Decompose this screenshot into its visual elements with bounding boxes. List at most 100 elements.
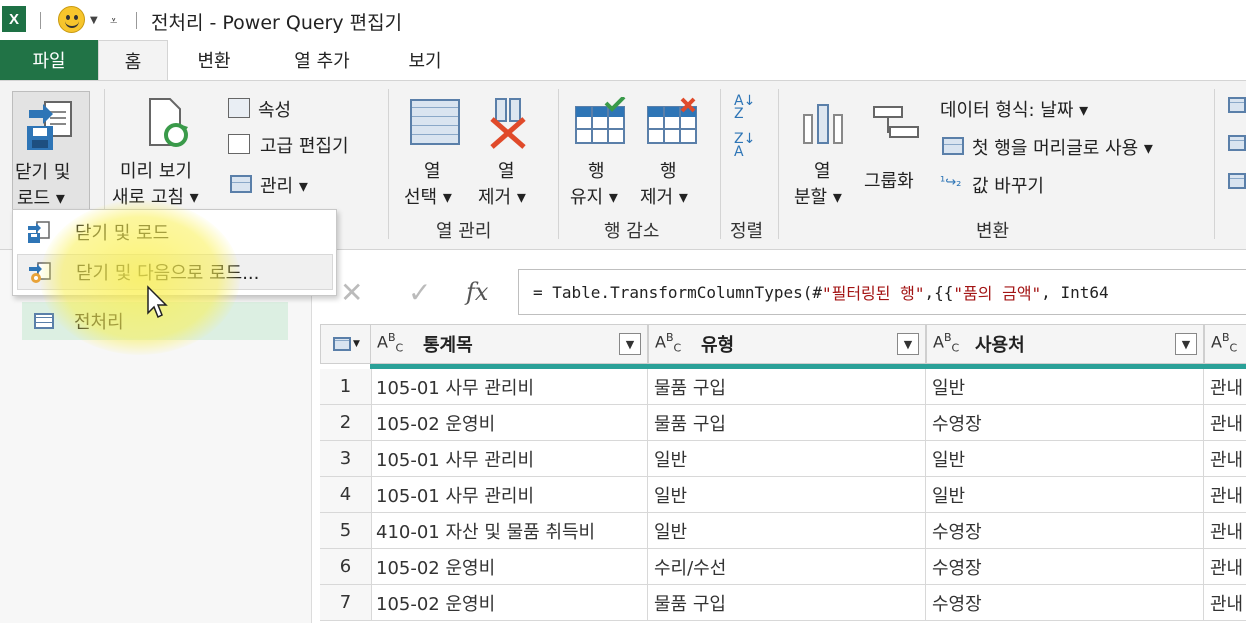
table-row[interactable]: 1 105-01 사무 관리비 물품 구입 일반 관내 [320,369,1246,405]
table-cell[interactable]: 일반 [926,369,1204,405]
table-cell[interactable]: 관내 [1204,549,1246,585]
table-cell[interactable]: 관내 [1204,477,1246,513]
tab-home[interactable]: 홈 [98,40,168,80]
row-number: 5 [320,513,372,549]
formula-input[interactable]: = Table.TransformColumnTypes(# "필터링된 행" ,{… [518,269,1246,315]
row-number: 7 [320,585,372,621]
table-cell[interactable]: 수영장 [926,513,1204,549]
column-header[interactable]: ABC 유형 ▼ [648,324,926,364]
split-column-dropdown-label: 분할 ▾ [794,187,842,208]
table-row[interactable]: 4 105-01 사무 관리비 일반 일반 관내 [320,477,1246,513]
table-cell[interactable]: 105-02 운영비 [370,585,648,621]
choose-columns-dropdown-label: 선택 ▾ [404,187,452,208]
table-cell[interactable]: 물품 구입 [648,405,926,441]
close-and-load-button[interactable]: 닫기 및 로드 ▾ [12,91,90,211]
table-cell[interactable]: 410-01 자산 및 물품 취득비 [370,513,648,549]
table-cell[interactable]: 물품 구입 [648,585,926,621]
text-type-icon: ABC [655,331,682,355]
table-cell[interactable]: 105-02 운영비 [370,405,648,441]
table-row[interactable]: 7 105-02 운영비 물품 구입 수영장 관내 [320,585,1246,621]
table-cell[interactable]: 관내 [1204,405,1246,441]
table-cell[interactable]: 105-02 운영비 [370,549,648,585]
table-cell[interactable]: 수리/수선 [648,549,926,585]
properties-button[interactable]: 속성 [228,95,328,123]
close-and-load-icon [28,221,50,243]
table-cell[interactable]: 수영장 [926,585,1204,621]
menu-item-close-and-load[interactable]: 닫기 및 로드 [17,214,333,250]
table-cell[interactable]: 105-01 사무 관리비 [370,369,648,405]
table-cell[interactable]: 관내 [1204,369,1246,405]
merge-icon[interactable] [1228,135,1246,151]
excel-app-icon[interactable]: X [2,6,26,32]
remove-rows-button[interactable]: 행 제거 ▾ [638,91,708,211]
column-header[interactable]: ABC [1204,324,1246,364]
customize-quick-access-icon[interactable]: ⩡ [110,14,117,29]
advanced-editor-button[interactable]: 고급 편집기 [228,131,378,159]
column-header[interactable]: ABC 사용처 ▼ [926,324,1204,364]
refresh-preview-button[interactable]: 미리 보기 새로 고침 ▾ [110,91,222,211]
tab-file[interactable]: 파일 [0,40,98,80]
formula-bar: ✕ ✓ fx = Table.TransformColumnTypes(# "필터… [320,266,1246,320]
refresh-preview-dropdown-label: 새로 고침 ▾ [112,187,199,208]
formula-string-1: "필터링된 행" [821,284,925,303]
table-cell[interactable]: 물품 구입 [648,369,926,405]
sort-descending-button[interactable]: Z↓ A [734,132,766,163]
smiley-feedback-icon[interactable] [58,6,85,33]
filter-dropdown-icon[interactable]: ▼ [619,333,641,355]
table-cell[interactable]: 수영장 [926,549,1204,585]
table-cell[interactable]: 일반 [926,441,1204,477]
table-row[interactable]: 5 410-01 자산 및 물품 취득비 일반 수영장 관내 [320,513,1246,549]
tab-view[interactable]: 보기 [390,40,460,80]
table-cell[interactable]: 관내 [1204,585,1246,621]
combine-icon[interactable] [1228,97,1246,113]
data-type-button[interactable]: 데이터 형식: 날짜 ▾ [940,95,1200,123]
sort-ascending-button[interactable]: A↓ Z [734,94,766,125]
tab-transform[interactable]: 변환 [176,40,252,80]
table-cell[interactable]: 일반 [648,477,926,513]
choose-columns-button[interactable]: 열 선택 ▾ [400,91,470,211]
table-cell[interactable]: 105-01 사무 관리비 [370,477,648,513]
refresh-preview-label: 미리 보기 [120,161,192,182]
table-cell[interactable]: 일반 [926,477,1204,513]
manage-button[interactable]: 관리 ▾ [228,171,328,199]
function-fx-icon[interactable]: fx [466,278,488,306]
replace-values-icon: ¹↪₂ [940,175,962,190]
group-label-sort: 정렬 [730,221,764,242]
split-column-button[interactable]: 열 분할 ▾ [790,91,860,211]
table-cell[interactable]: 관내 [1204,441,1246,477]
filter-dropdown-icon[interactable]: ▼ [1175,333,1197,355]
table-row[interactable]: 2 105-02 운영비 물품 구입 수영장 관내 [320,405,1246,441]
close-and-load-label: 닫기 및 [15,162,71,183]
confirm-formula-icon[interactable]: ✓ [408,276,431,309]
row-number: 6 [320,549,372,585]
row-number: 2 [320,405,372,441]
cancel-formula-icon[interactable]: ✕ [340,276,363,309]
table-cell[interactable]: 일반 [648,441,926,477]
table-cell[interactable]: 관내 [1204,513,1246,549]
group-by-button[interactable]: 그룹화 [862,91,932,201]
table-row[interactable]: 3 105-01 사무 관리비 일반 일반 관내 [320,441,1246,477]
menu-item-close-and-load-to[interactable]: 닫기 및 다음으로 로드... [17,254,333,290]
mouse-cursor-icon [147,285,168,319]
use-first-row-headers-button[interactable]: 첫 행을 머리글로 사용 ▾ [940,133,1210,161]
table-cell[interactable]: 105-01 사무 관리비 [370,441,648,477]
advanced-editor-icon [228,134,250,154]
table-cell[interactable]: 일반 [648,513,926,549]
filter-dropdown-icon[interactable]: ▼ [897,333,919,355]
choose-columns-label: 열 [424,161,441,182]
properties-icon [228,98,250,118]
replace-values-button[interactable]: ¹↪₂ 값 바꾸기 [940,171,1100,199]
chevron-down-icon[interactable]: ▼ [90,15,98,26]
remove-columns-button[interactable]: 열 제거 ▾ [476,91,546,211]
data-grid: ▼ ABC 통계목 ▼ ABC 유형 ▼ ABC 사용처 ▼ ABC 1 105-… [320,324,1246,623]
append-icon[interactable] [1228,173,1246,189]
tab-add-column[interactable]: 열 추가 [272,40,372,80]
column-header[interactable]: ABC 통계목 ▼ [370,324,648,364]
keep-rows-button[interactable]: 행 유지 ▾ [566,91,636,211]
table-cell[interactable]: 수영장 [926,405,1204,441]
remove-rows-icon [647,97,697,144]
chevron-down-icon: ▼ [353,339,360,349]
group-by-icon [873,106,919,138]
table-menu-button[interactable]: ▼ [320,324,372,364]
table-row[interactable]: 6 105-02 운영비 수리/수선 수영장 관내 [320,549,1246,585]
